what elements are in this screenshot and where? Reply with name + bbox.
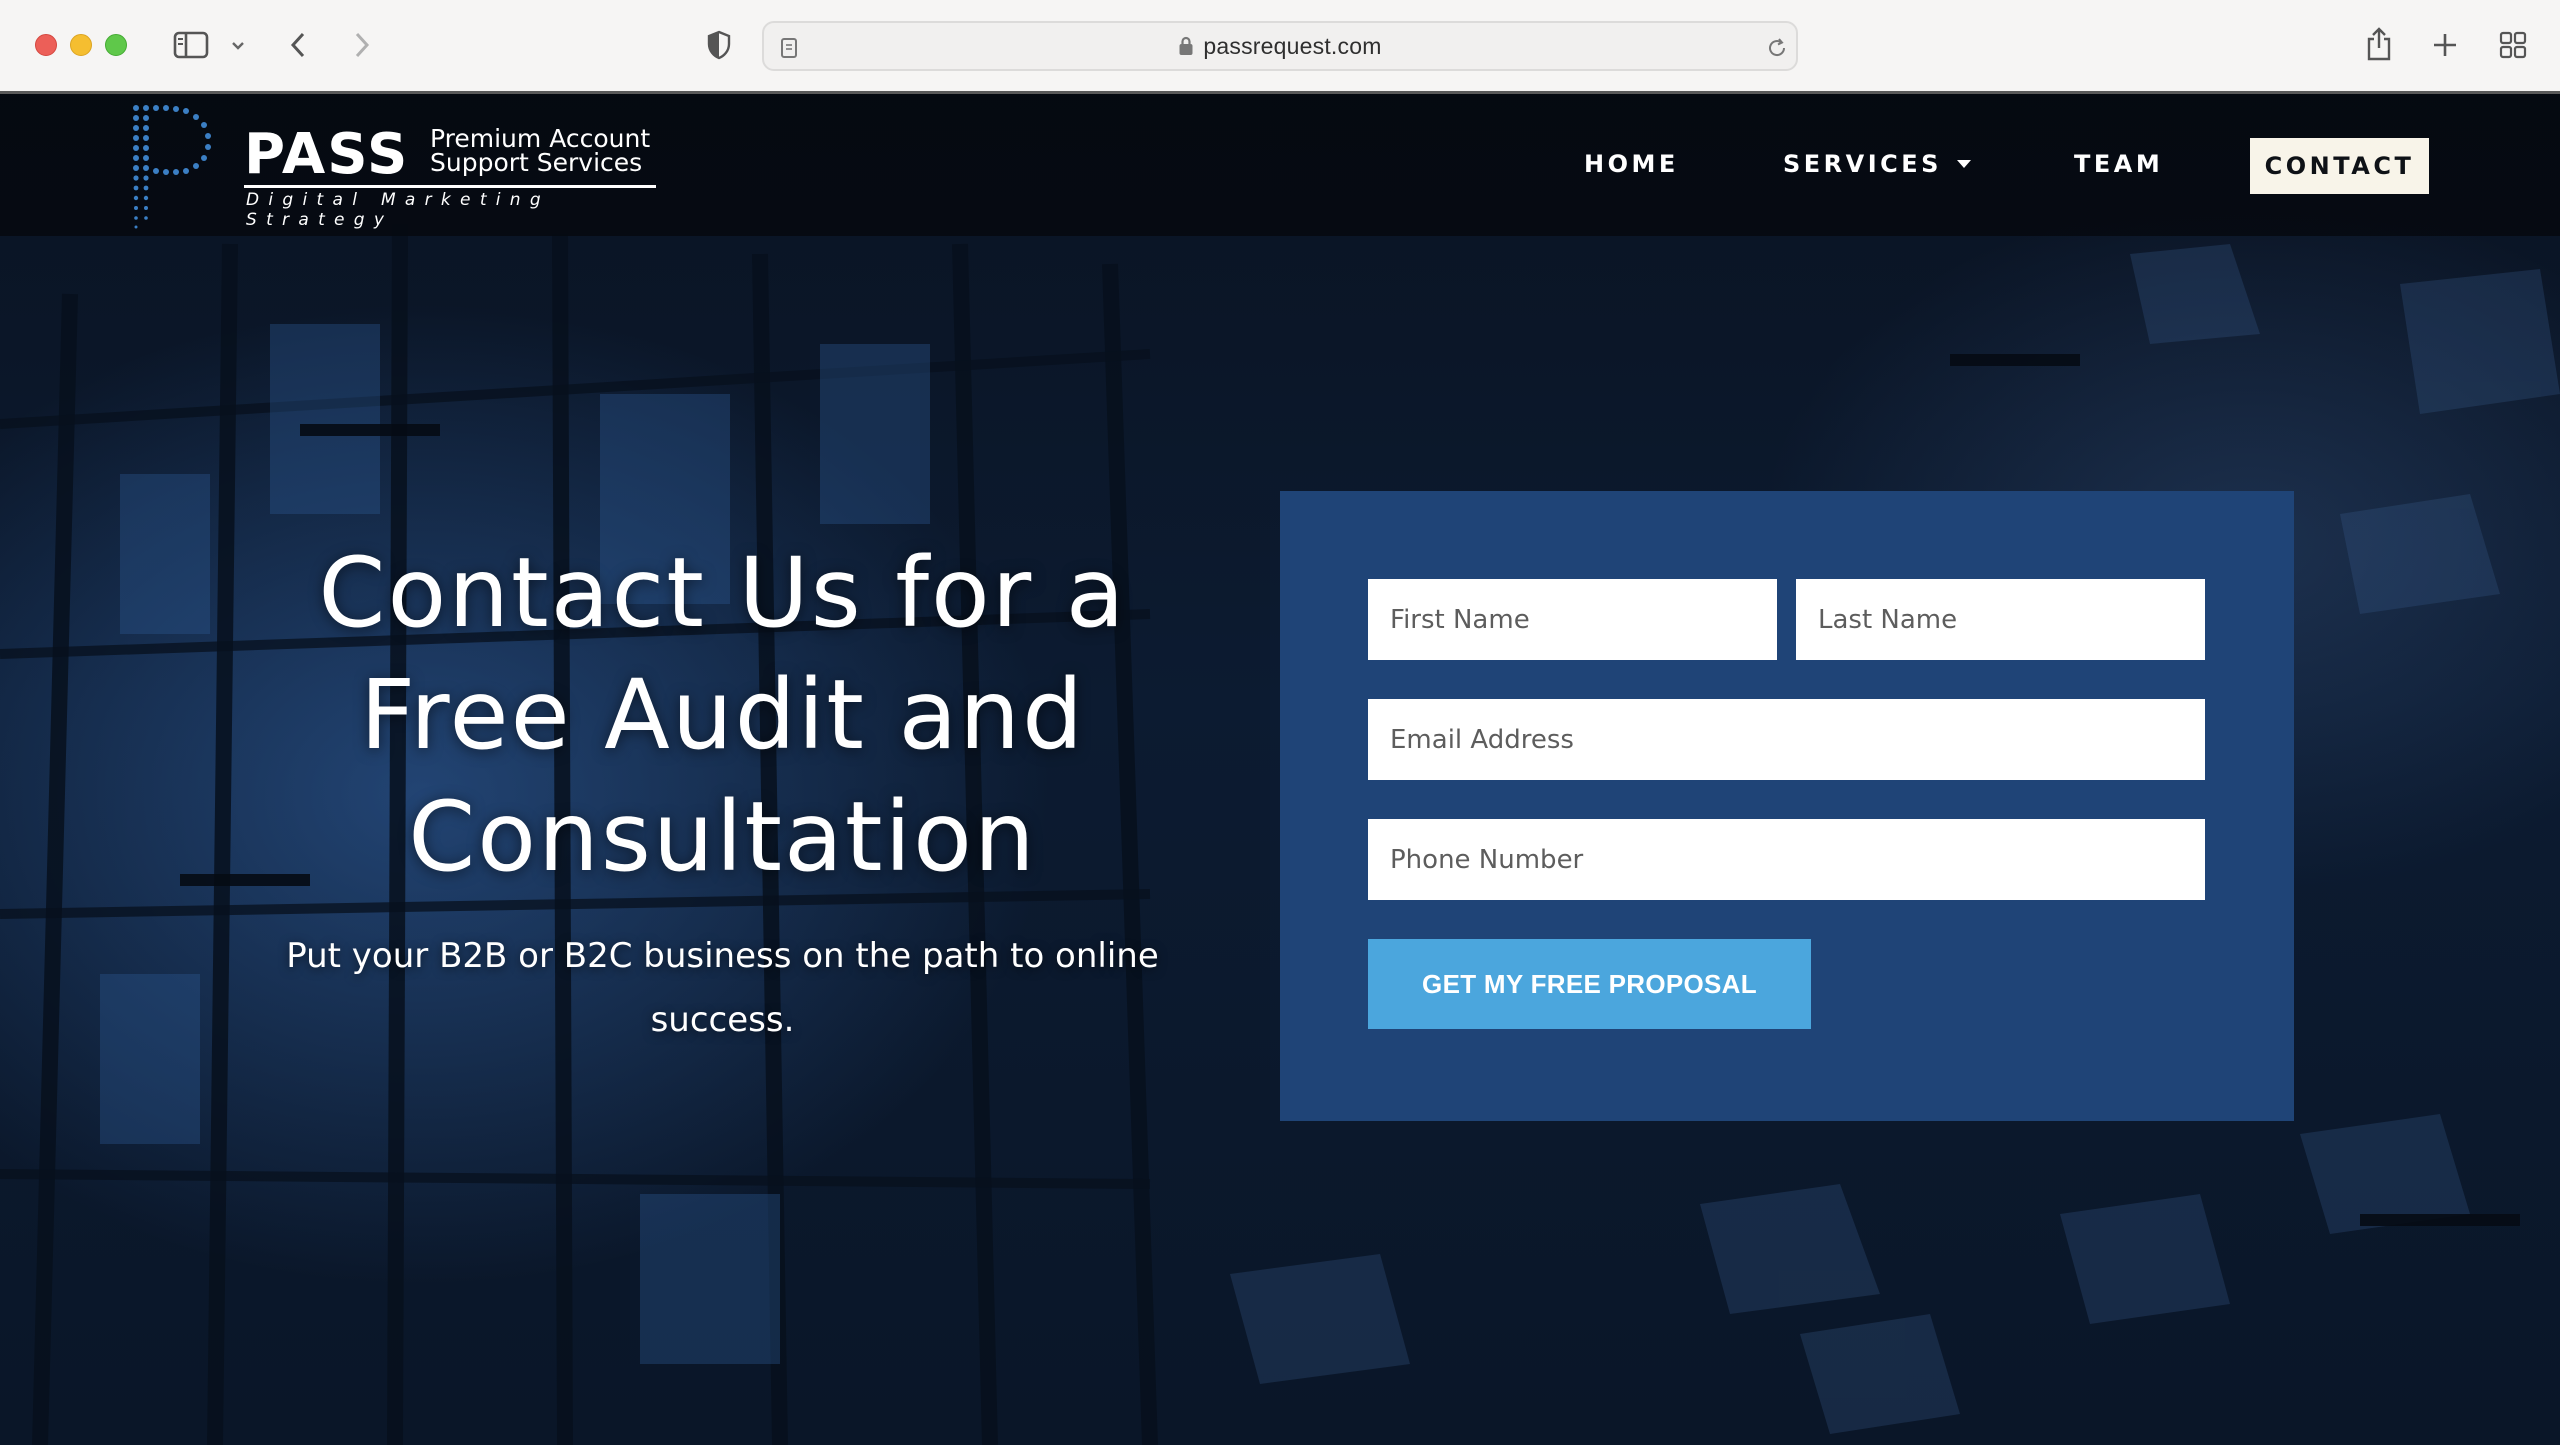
lock-icon <box>1178 36 1194 56</box>
nav-home-link[interactable]: HOME <box>1584 134 1679 194</box>
get-free-proposal-button[interactable]: GET MY FREE PROPOSAL <box>1368 939 1811 1029</box>
nav-contact-label: CONTACT <box>2264 152 2415 180</box>
close-window-button[interactable] <box>35 34 57 56</box>
new-tab-plus-icon[interactable] <box>2430 28 2460 62</box>
last-name-input[interactable] <box>1796 579 2205 660</box>
logo-brand-text: PASS <box>244 122 410 187</box>
nav-team-link[interactable]: TEAM <box>2074 134 2163 194</box>
minimize-window-button[interactable] <box>70 34 92 56</box>
nav-home-label: HOME <box>1584 150 1679 178</box>
hero-subtitle: Put your B2B or B2C business on the path… <box>286 936 1159 1040</box>
hero-title: Contact Us for a Free Audit and Consulta… <box>318 537 1127 893</box>
first-name-input[interactable] <box>1368 579 1777 660</box>
tab-overview-icon[interactable] <box>2496 28 2530 62</box>
webpage: PASS Premium Account Support Services Di… <box>0 94 2560 1445</box>
contact-form: GET MY FREE PROPOSAL <box>1280 491 2294 1121</box>
back-arrow-icon[interactable] <box>286 28 310 62</box>
forward-arrow-icon[interactable] <box>350 28 374 62</box>
browser-toolbar: passrequest.com <box>0 0 2560 94</box>
logo-divider <box>244 185 656 188</box>
share-icon[interactable] <box>2364 24 2394 64</box>
chevron-down-icon[interactable] <box>228 36 248 56</box>
reload-icon[interactable] <box>1764 35 1790 61</box>
logo-line-2: Support Services <box>430 148 643 177</box>
nav-team-label: TEAM <box>2074 150 2164 178</box>
url-text: passrequest.com <box>1203 32 1382 59</box>
address-bar[interactable]: passrequest.com <box>762 21 1798 71</box>
phone-input[interactable] <box>1368 819 2205 900</box>
email-input[interactable] <box>1368 699 2205 780</box>
zoom-window-button[interactable] <box>105 34 127 56</box>
nav-services-label: SERVICES <box>1783 150 1942 178</box>
logo-tagline: Digital Marketing Strategy <box>246 190 550 230</box>
logo-dotted-p-icon <box>133 105 211 229</box>
caret-down-icon <box>1956 159 1972 169</box>
privacy-shield-icon[interactable] <box>705 28 733 62</box>
nav-contact-button[interactable]: CONTACT <box>2250 138 2429 194</box>
nav-services-link[interactable]: SERVICES <box>1783 134 1972 194</box>
pass-logo[interactable]: PASS Premium Account Support Services Di… <box>128 100 668 240</box>
sidebar-toggle-icon[interactable] <box>172 28 210 62</box>
